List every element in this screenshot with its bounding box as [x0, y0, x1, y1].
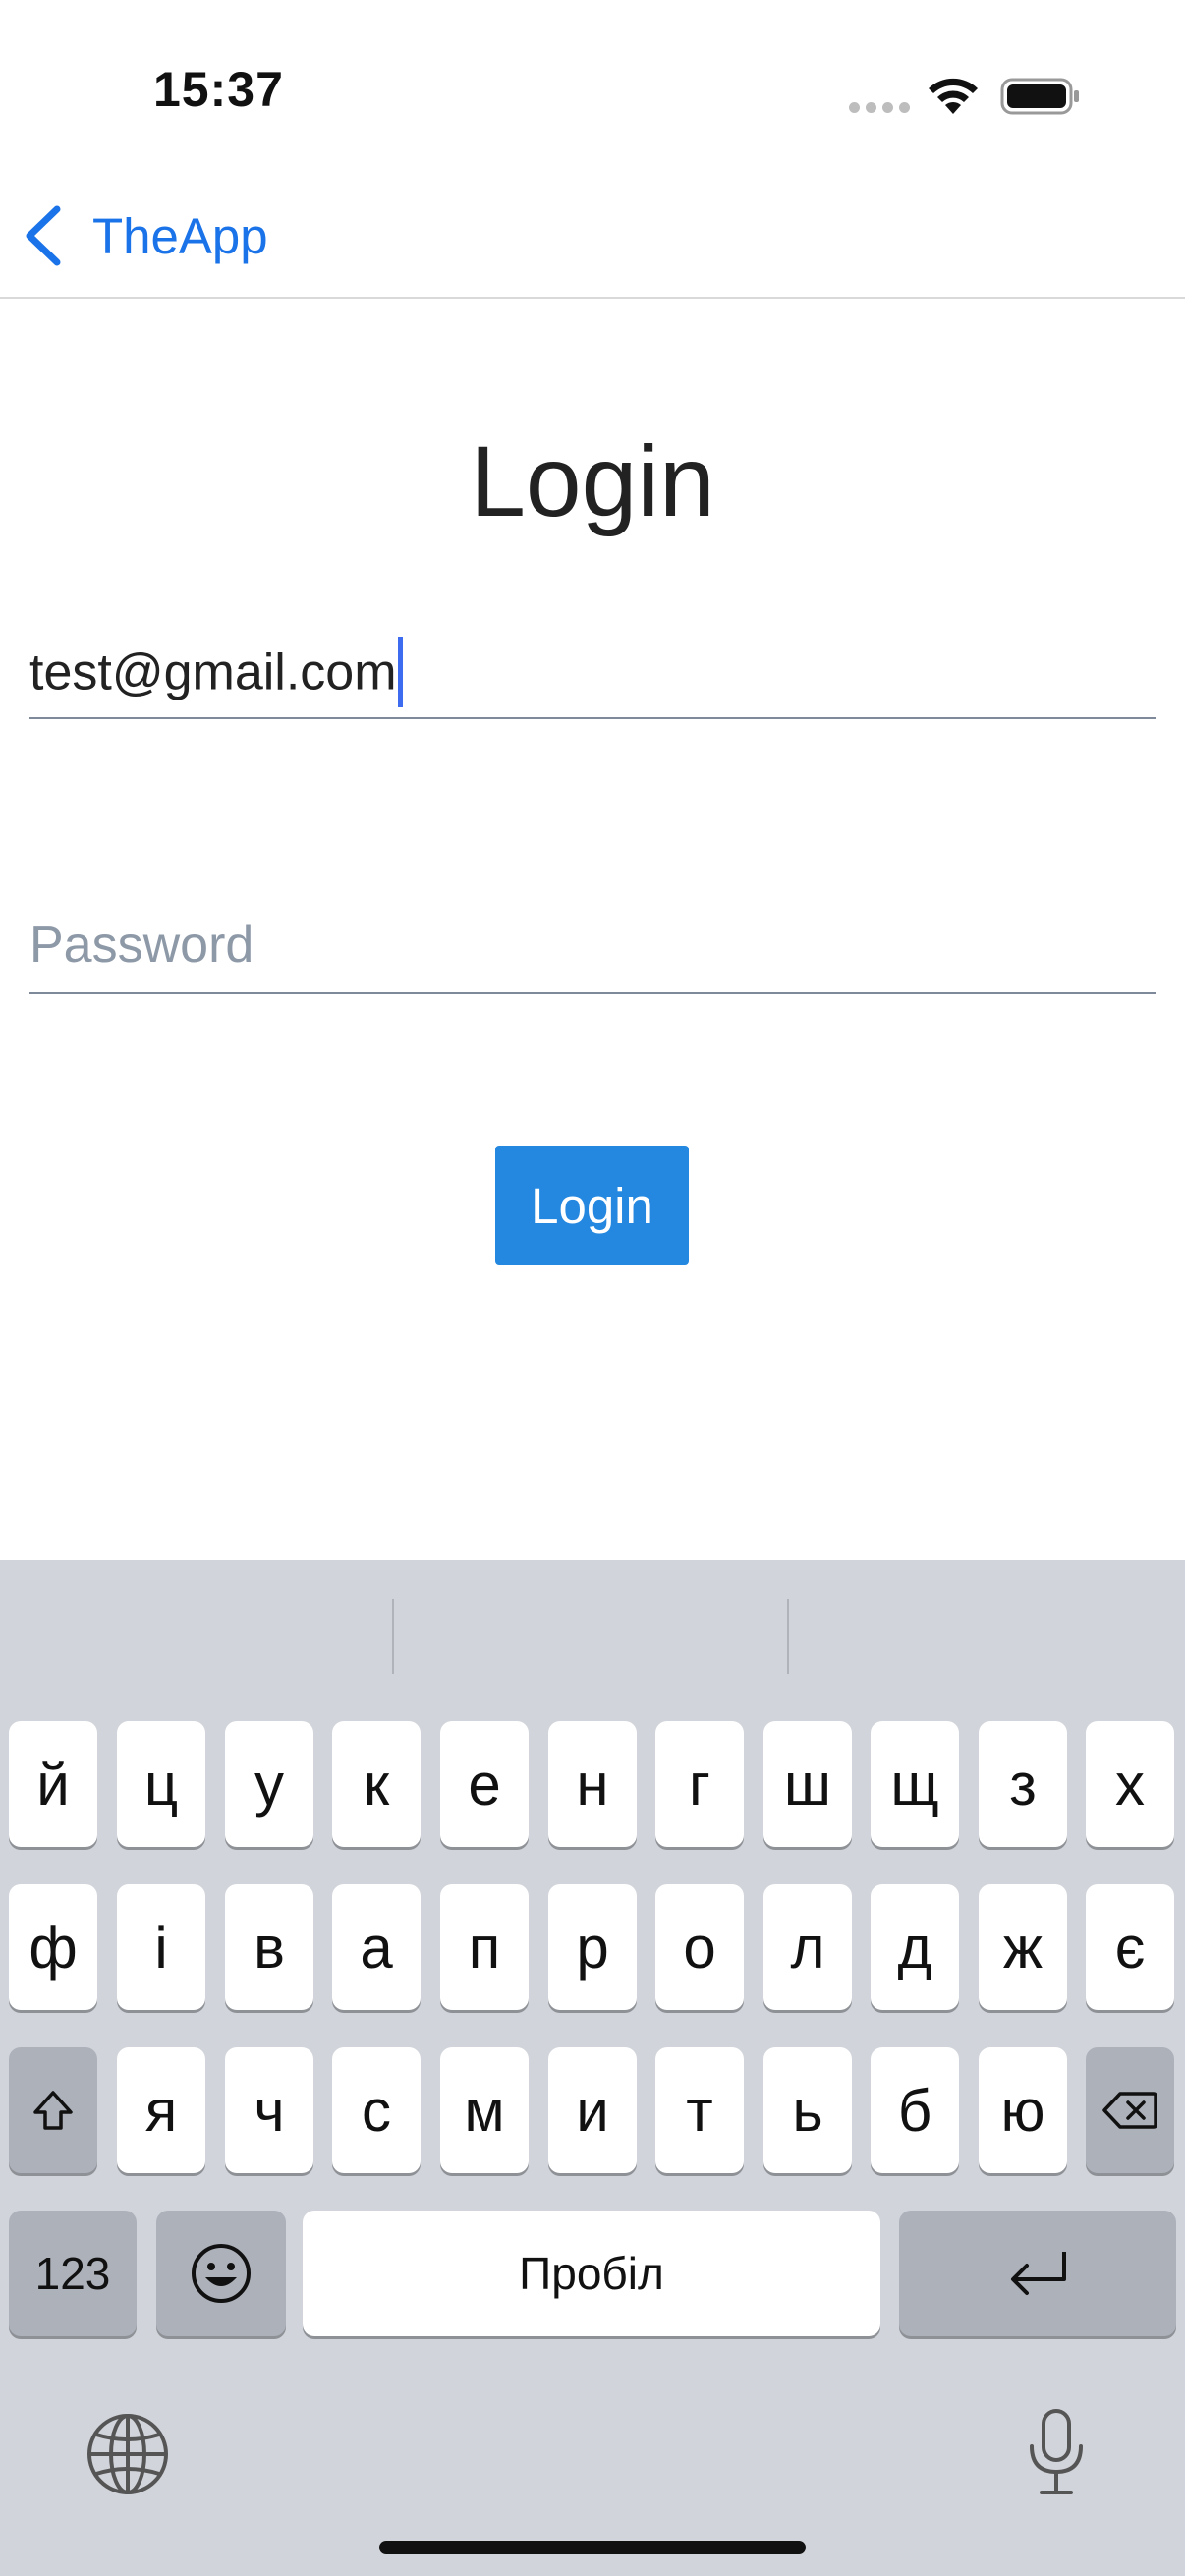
key-row3[interactable]: т — [655, 2047, 744, 2173]
navigation-bar: TheApp — [0, 177, 1185, 299]
keyboard: й ц у к е н г ш щ з х ф і в а п р о л д … — [0, 1560, 1185, 2576]
key-row1[interactable]: к — [332, 1721, 421, 1847]
page-title: Login — [470, 425, 715, 537]
key-row1[interactable]: й — [9, 1721, 97, 1847]
suggestion-divider — [787, 1599, 789, 1674]
status-bar: 15:37 — [0, 0, 1185, 177]
key-row3[interactable]: м — [440, 2047, 529, 2173]
key-row2[interactable]: ф — [9, 1884, 97, 2010]
text-caret — [397, 637, 403, 707]
battery-icon — [1000, 78, 1079, 115]
key-row2[interactable]: л — [763, 1884, 852, 2010]
chevron-left-icon — [26, 205, 61, 266]
back-button-label: TheApp — [92, 207, 268, 264]
suggestion-divider — [392, 1599, 394, 1674]
backspace-key[interactable] — [1086, 2047, 1174, 2173]
key-row2[interactable]: а — [332, 1884, 421, 2010]
shift-key[interactable] — [9, 2047, 97, 2173]
key-row1[interactable]: е — [440, 1721, 529, 1847]
key-row3[interactable]: я — [117, 2047, 205, 2173]
key-row2[interactable]: о — [655, 1884, 744, 2010]
key-row1[interactable]: х — [1086, 1721, 1174, 1847]
key-row2[interactable]: ж — [979, 1884, 1067, 2010]
key-row3[interactable]: с — [332, 2047, 421, 2173]
key-row2[interactable]: п — [440, 1884, 529, 2010]
status-time: 15:37 — [153, 62, 284, 117]
key-row1[interactable]: у — [225, 1721, 313, 1847]
key-row2[interactable]: і — [117, 1884, 205, 2010]
key-row1[interactable]: ц — [117, 1721, 205, 1847]
key-row3[interactable]: ч — [225, 2047, 313, 2173]
key-row1[interactable]: г — [655, 1721, 744, 1847]
wifi-icon — [929, 78, 978, 114]
space-key[interactable]: Пробіл — [303, 2211, 880, 2336]
key-row1[interactable]: ш — [763, 1721, 852, 1847]
key-row1[interactable]: н — [548, 1721, 637, 1847]
email-field[interactable]: test@gmail.com — [29, 625, 1156, 719]
key-row2[interactable]: в — [225, 1884, 313, 2010]
key-row2[interactable]: р — [548, 1884, 637, 2010]
return-key[interactable] — [899, 2211, 1176, 2336]
emoji-icon — [192, 2244, 251, 2303]
microphone-icon[interactable] — [1024, 2407, 1089, 2497]
password-placeholder: Password — [29, 917, 254, 974]
email-field-value: test@gmail.com — [29, 644, 397, 701]
key-row3[interactable]: и — [548, 2047, 637, 2173]
key-row2[interactable]: д — [871, 1884, 959, 2010]
key-row1[interactable]: з — [979, 1721, 1067, 1847]
shift-icon — [33, 2091, 73, 2130]
key-row2[interactable]: є — [1086, 1884, 1174, 2010]
emoji-key[interactable] — [156, 2211, 286, 2336]
globe-icon[interactable] — [85, 2411, 171, 2497]
cellular-signal-icon — [849, 102, 910, 113]
key-row3[interactable]: ь — [763, 2047, 852, 2173]
return-icon — [1011, 2252, 1066, 2295]
key-row3[interactable]: ю — [979, 2047, 1067, 2173]
key-row1[interactable]: щ — [871, 1721, 959, 1847]
login-button[interactable]: Login — [495, 1146, 689, 1265]
back-button[interactable]: TheApp — [22, 200, 268, 271]
key-row3[interactable]: б — [871, 2047, 959, 2173]
numbers-key[interactable]: 123 — [9, 2211, 137, 2336]
backspace-icon — [1102, 2092, 1157, 2129]
home-indicator — [379, 2541, 806, 2554]
password-field[interactable]: Password — [29, 900, 1156, 994]
